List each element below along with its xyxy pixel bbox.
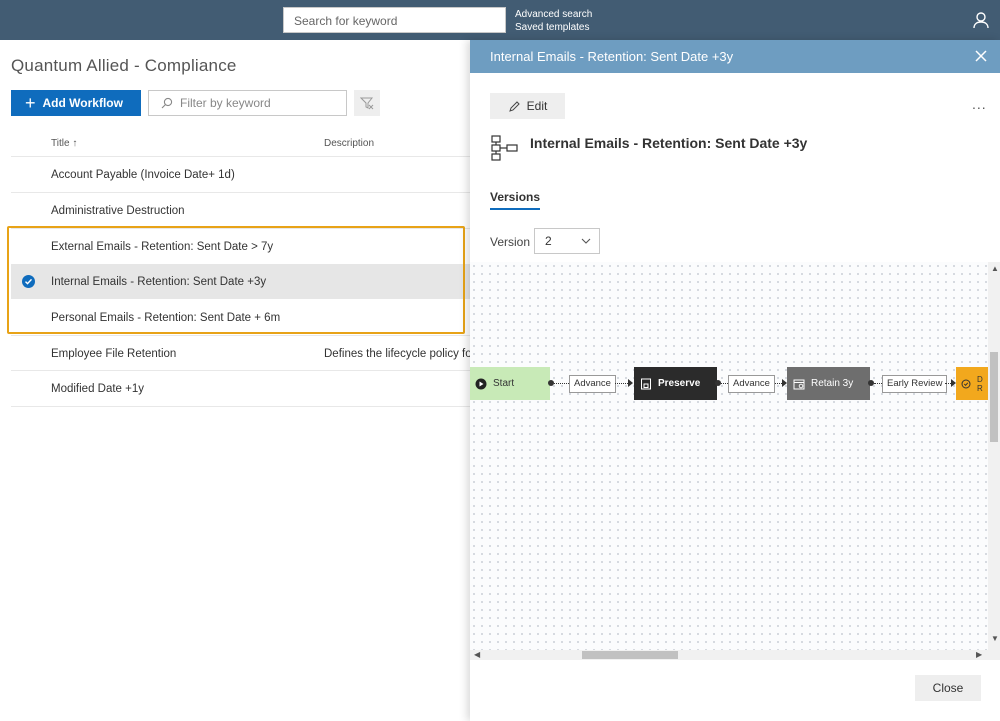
close-icon[interactable]: [974, 49, 988, 63]
filter-input[interactable]: Filter by keyword: [148, 90, 347, 116]
connector-line: [874, 383, 882, 384]
connector-line: [775, 383, 782, 384]
scroll-up-icon[interactable]: ▲: [991, 264, 999, 273]
advanced-search-link[interactable]: Advanced search: [515, 8, 592, 21]
plus-icon: +: [25, 93, 36, 113]
node-start-label: Start: [493, 378, 515, 389]
workflow-title: Internal Emails - Retention: Sent Date +…: [530, 135, 808, 151]
workflow-canvas[interactable]: Start Advance Preserve Advance Retain 3y: [470, 262, 988, 650]
row-title: Modified Date +1y: [51, 382, 145, 395]
node-retain-label: Retain 3y: [811, 378, 854, 389]
advance-label-2[interactable]: Advance: [728, 375, 775, 393]
node-review-label: D R: [977, 374, 983, 393]
table-row[interactable]: External Emails - Retention: Sent Date >…: [11, 229, 471, 264]
calendar-icon: [793, 379, 805, 389]
top-links: Advanced search Saved templates: [515, 8, 592, 34]
edit-label: Edit: [526, 99, 548, 113]
table-row[interactable]: Modified Date +1y: [11, 371, 471, 406]
column-title-label: Title: [51, 138, 70, 149]
workflow-icon: [491, 135, 518, 161]
edit-button[interactable]: Edit: [490, 93, 565, 119]
tab-versions[interactable]: Versions: [490, 190, 541, 210]
node-retain[interactable]: Retain 3y: [787, 367, 870, 400]
node-preserve[interactable]: Preserve: [634, 367, 717, 400]
page-title: Quantum Allied - Compliance: [11, 56, 237, 75]
vertical-scroll-thumb[interactable]: [990, 352, 998, 442]
filter-clear-icon: [360, 97, 374, 110]
play-icon: [475, 378, 487, 389]
horizontal-scrollbar[interactable]: ◀ ▶: [470, 650, 988, 660]
row-title: Administrative Destruction: [51, 204, 185, 217]
advance-label-1[interactable]: Advance: [569, 375, 616, 393]
version-value: 2: [545, 234, 552, 248]
preserve-icon: [641, 378, 651, 389]
row-title: Personal Emails - Retention: Sent Date +…: [51, 311, 281, 324]
column-header-description[interactable]: Description: [324, 138, 374, 149]
row-description: Defines the lifecycle policy fo: [324, 347, 472, 360]
pencil-icon: [508, 100, 520, 112]
arrow-icon: [628, 379, 633, 387]
user-icon[interactable]: [972, 11, 990, 29]
horizontal-scroll-thumb[interactable]: [582, 651, 678, 659]
row-title: External Emails - Retention: Sent Date >…: [51, 240, 274, 253]
search-icon: [161, 97, 173, 109]
add-workflow-button[interactable]: + Add Workflow: [11, 90, 141, 116]
node-preserve-label: Preserve: [658, 378, 701, 389]
row-title: Employee File Retention: [51, 347, 177, 360]
workflow-panel: Internal Emails - Retention: Sent Date +…: [470, 40, 1000, 721]
node-review[interactable]: D R: [956, 367, 988, 400]
connector-line: [554, 383, 569, 384]
row-divider: [11, 406, 471, 407]
review-icon: [961, 379, 971, 388]
close-button[interactable]: Close: [915, 675, 981, 701]
scroll-down-icon[interactable]: ▼: [991, 634, 999, 643]
connector-line: [615, 383, 628, 384]
more-options-icon[interactable]: ...: [972, 96, 987, 112]
checkmark-icon[interactable]: [22, 275, 35, 288]
top-bar: Search for keyword Advanced search Saved…: [0, 0, 1000, 40]
search-input[interactable]: Search for keyword: [283, 7, 506, 33]
table-row-selected[interactable]: Internal Emails - Retention: Sent Date +…: [11, 264, 471, 299]
add-workflow-label: Add Workflow: [42, 96, 123, 110]
node-start[interactable]: Start: [470, 367, 550, 400]
filter-placeholder: Filter by keyword: [180, 96, 271, 110]
table-row[interactable]: Personal Emails - Retention: Sent Date +…: [11, 300, 471, 335]
scroll-left-icon[interactable]: ◀: [474, 650, 480, 659]
version-label: Version: [490, 235, 531, 249]
early-review-label[interactable]: Early Review: [882, 375, 948, 393]
saved-templates-link[interactable]: Saved templates: [515, 21, 592, 34]
vertical-scrollbar[interactable]: ▲ ▼: [988, 262, 1000, 660]
panel-header: Internal Emails - Retention: Sent Date +…: [470, 40, 1000, 73]
chevron-down-icon: [581, 238, 591, 244]
version-select[interactable]: 2: [534, 228, 600, 254]
sort-ascending-icon: ↑: [72, 138, 78, 149]
connector-line: [721, 383, 728, 384]
column-header-title[interactable]: Title ↑: [51, 138, 77, 149]
table-row[interactable]: Account Payable (Invoice Date+ 1d): [11, 157, 471, 192]
clear-filter-button[interactable]: [354, 90, 380, 116]
panel-header-title: Internal Emails - Retention: Sent Date +…: [490, 49, 734, 64]
row-title: Account Payable (Invoice Date+ 1d): [51, 168, 235, 181]
scroll-right-icon[interactable]: ▶: [976, 650, 982, 659]
row-title: Internal Emails - Retention: Sent Date +…: [51, 275, 267, 288]
table-row[interactable]: Employee File Retention Defines the life…: [11, 336, 472, 371]
table-row[interactable]: Administrative Destruction: [11, 193, 471, 228]
